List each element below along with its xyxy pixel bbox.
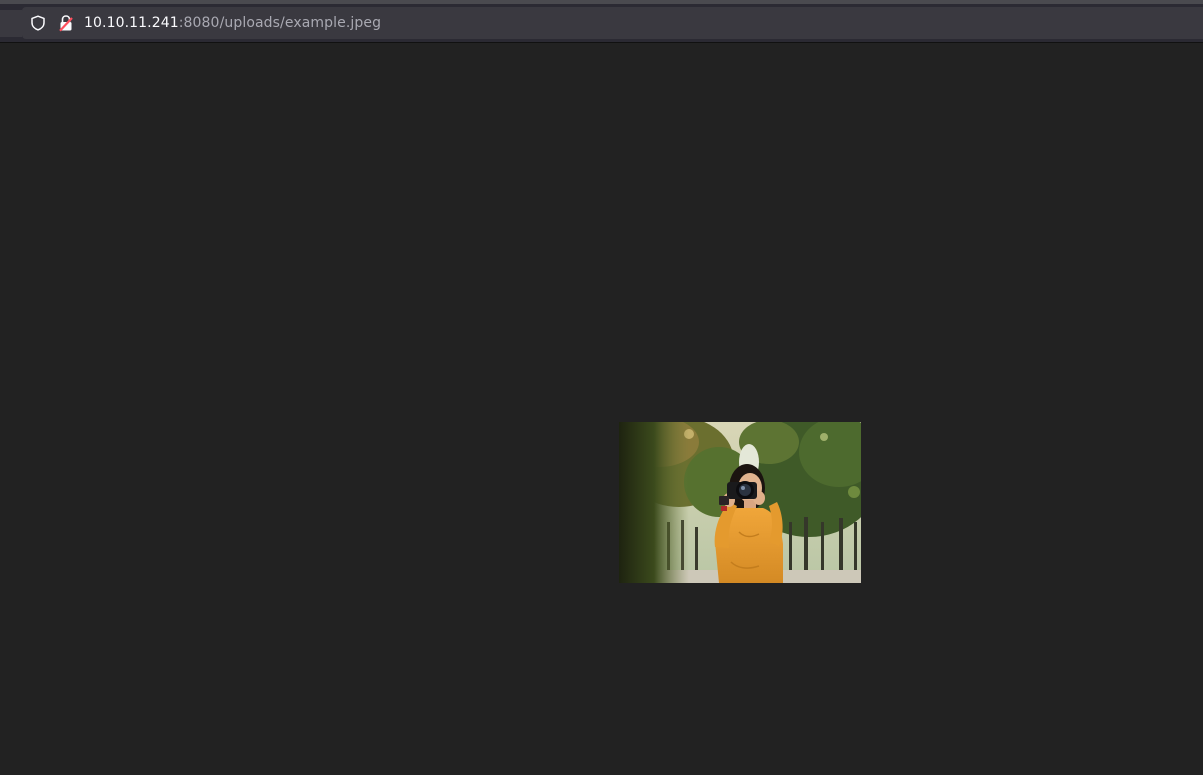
address-text[interactable]: 10.10.11.241:8080/uploads/example.jpeg — [84, 14, 381, 32]
toolbar-left-edge — [0, 10, 22, 37]
address-host: 10.10.11.241 — [84, 15, 179, 31]
uploaded-image[interactable] — [619, 422, 861, 583]
insecure-lock-icon[interactable] — [58, 14, 74, 32]
browser-toolbar: 10.10.11.241:8080/uploads/example.jpeg — [0, 4, 1203, 43]
shield-icon[interactable] — [30, 15, 46, 31]
address-bar[interactable]: 10.10.11.241:8080/uploads/example.jpeg — [22, 7, 1203, 39]
image-viewer-background — [0, 44, 1203, 775]
address-path: :8080/uploads/example.jpeg — [178, 15, 382, 31]
